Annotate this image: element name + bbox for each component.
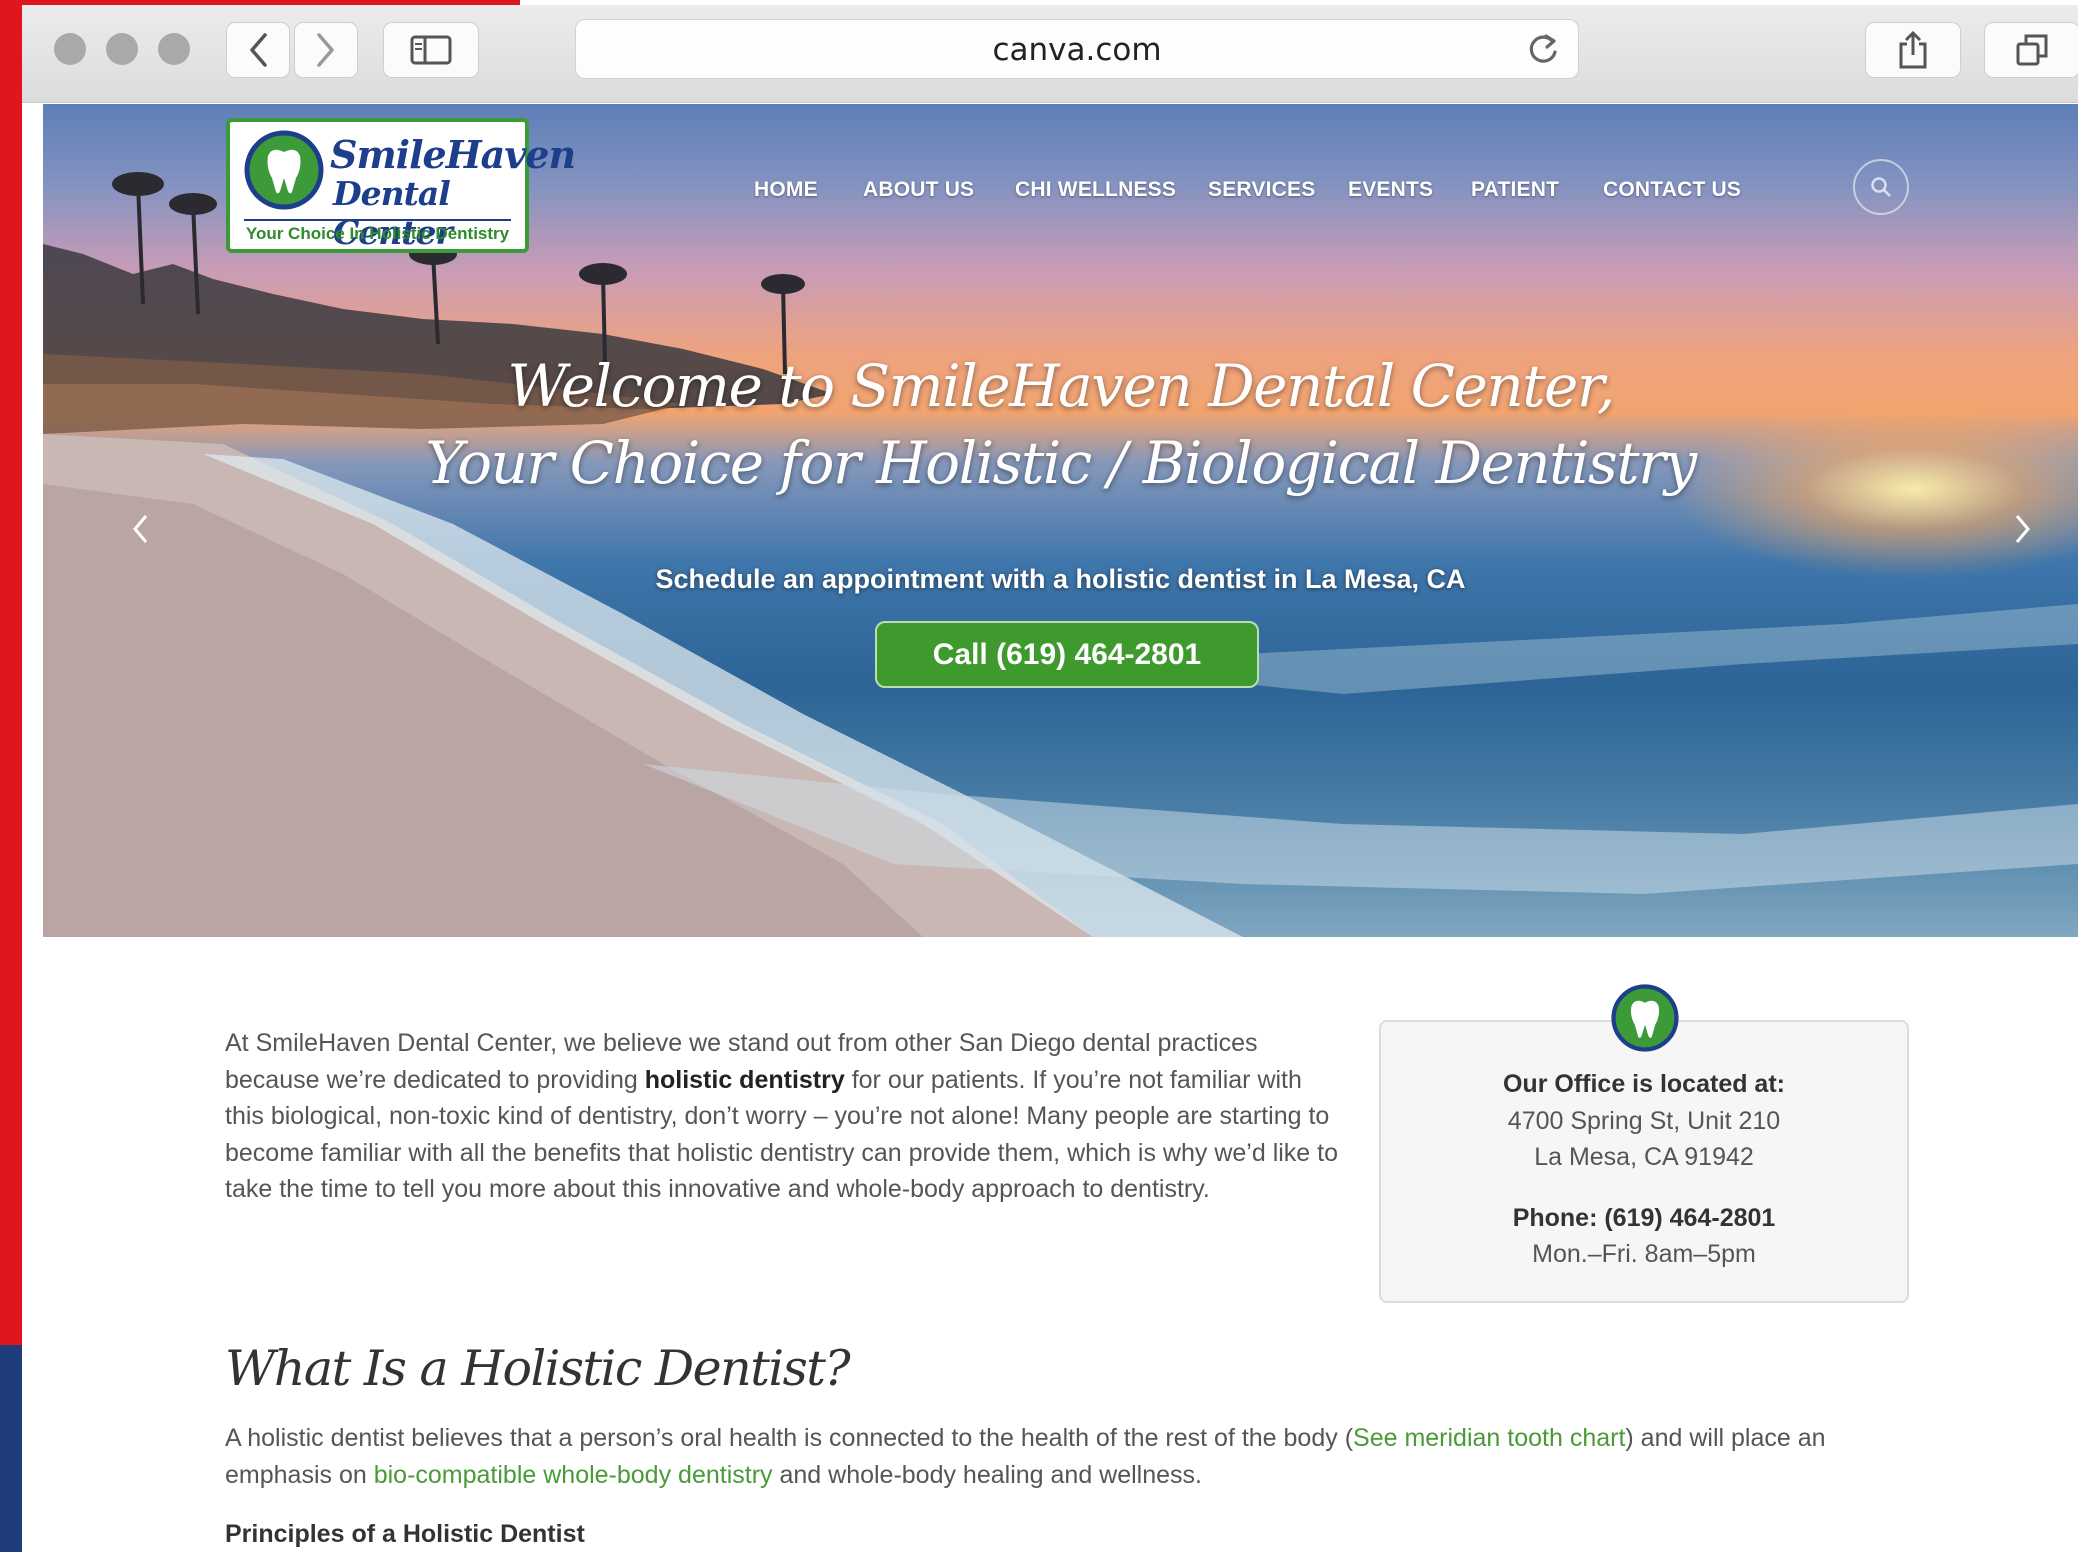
intro-paragraph: At SmileHaven Dental Center, we believe … [225,1025,1340,1208]
office-address-line1: 4700 Spring St, Unit 210 [1507,1107,1781,1135]
nav-patient[interactable]: PATIENT [1471,178,1559,202]
logo-name-line1: SmileHaven [330,132,576,177]
hero-banner: SmileHaven Dental Center Your Choice In … [43,104,2078,937]
back-button[interactable] [226,22,290,78]
office-phone[interactable]: Phone: (619) 464-2801 [1513,1204,1776,1232]
office-address-line2: La Mesa, CA 91942 [1534,1143,1754,1171]
section-text-end: and whole-body healing and wellness. [772,1460,1202,1489]
share-icon [1899,30,1927,69]
principles-subheading: Principles of a Holistic Dentist [225,1520,585,1548]
nav-contact-us[interactable]: CONTACT US [1603,178,1741,202]
chevron-left-icon [250,33,267,67]
meridian-chart-link[interactable]: See meridian tooth chart [1353,1424,1625,1452]
nav-home[interactable]: HOME [754,178,818,202]
section-paragraph: A holistic dentist believes that a perso… [225,1420,1925,1493]
slider-next-button[interactable] [1993,499,2053,559]
sidebar-toggle-button[interactable] [383,22,479,78]
share-button[interactable] [1865,22,1961,78]
logo-tagline: Your Choice In Holistic Dentistry [245,224,510,243]
intro-bold-text: holistic dentistry [644,1065,845,1094]
call-button[interactable]: Call (619) 464-2801 [875,621,1259,688]
office-hours: Mon.–Fri. 8am–5pm [1532,1240,1756,1268]
tooth-logo-icon [1611,984,1679,1052]
sidebar-icon [410,35,452,65]
nav-about-us[interactable]: ABOUT US [863,178,974,202]
section-heading: What Is a Holistic Dentist? [225,1340,851,1397]
browser-toolbar: canva.com [22,5,2078,103]
hero-subtitle: Schedule an appointment with a holistic … [655,564,1466,594]
address-bar[interactable]: canva.com [575,19,1579,79]
logo-divider [244,219,511,221]
nav-services[interactable]: SERVICES [1208,178,1315,202]
reload-icon[interactable] [1526,32,1560,68]
chevron-right-icon [2015,515,2030,543]
tabs-overview-button[interactable] [1984,22,2078,78]
tabs-icon [2016,34,2048,66]
chevron-left-icon [133,515,148,543]
chevron-right-icon [317,33,334,67]
slider-prev-button[interactable] [110,499,170,559]
zoom-window-button[interactable] [158,33,190,65]
search-icon [1871,177,1891,197]
minimize-window-button[interactable] [106,33,138,65]
office-heading: Our Office is located at: [1502,1070,1785,1098]
nav-chi-wellness[interactable]: CHI WELLNESS [1015,178,1176,202]
main-navigation: HOME ABOUT US CHI WELLNESS SERVICES EVEN… [43,178,2078,208]
site-search-button[interactable] [1853,159,1909,215]
forward-button[interactable] [294,22,358,78]
url-text: canva.com [992,32,1162,68]
close-window-button[interactable] [54,33,86,65]
hero-title-line2: Your Choice for Holistic / Biological De… [425,429,1697,497]
left-accent-strip [0,0,22,1345]
section-text-start: A holistic dentist believes that a perso… [225,1424,1354,1452]
left-accent-strip-blue [0,1345,22,1552]
nav-events[interactable]: EVENTS [1348,178,1433,202]
hero-title-line1: Welcome to SmileHaven Dental Center, [507,352,1615,420]
office-info-card: Our Office is located at: 4700 Spring St… [1379,984,1909,1303]
bio-compatible-link[interactable]: bio-compatible whole-body dentistry [374,1461,773,1489]
